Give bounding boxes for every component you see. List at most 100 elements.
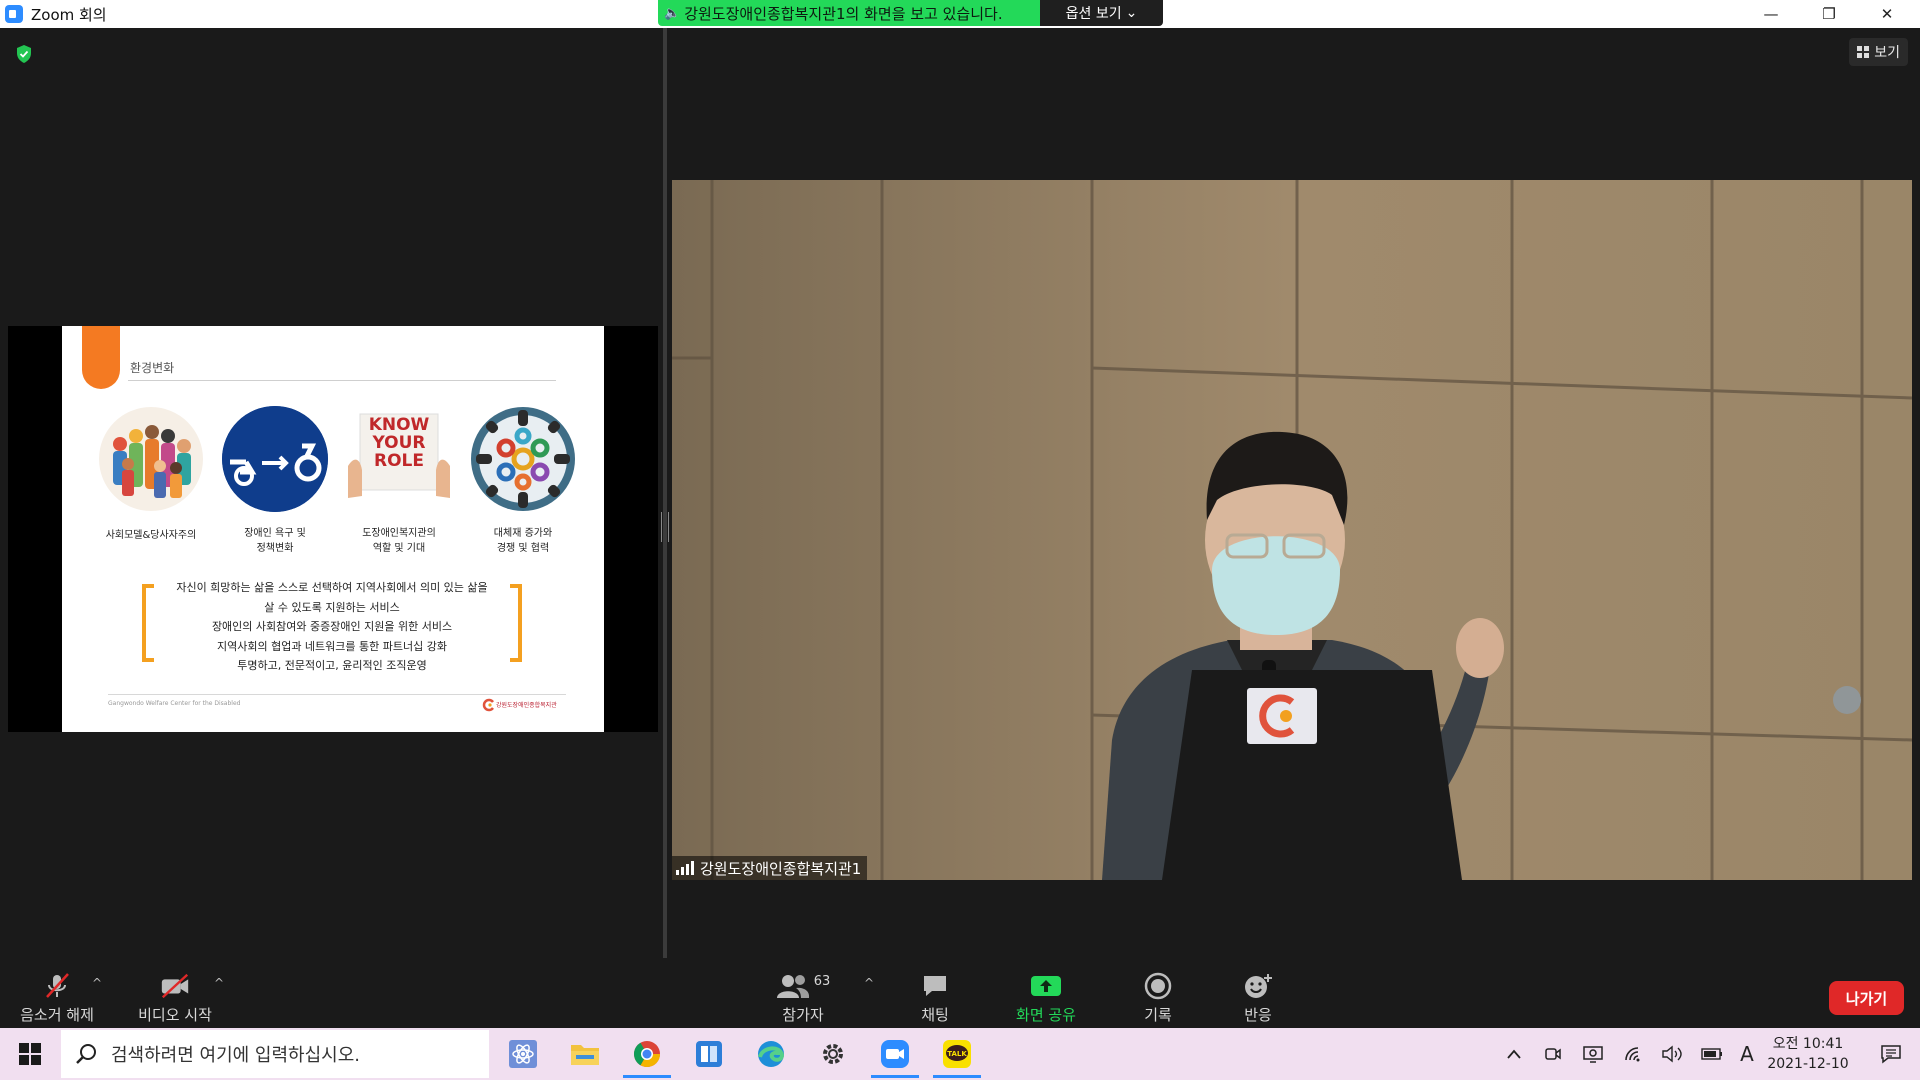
volume-icon[interactable] (1656, 1028, 1688, 1080)
participant-name-label: 강원도장애인종합복지관1 (672, 856, 868, 880)
slide-footer-rule (108, 694, 566, 695)
participant-count: 63 (813, 973, 831, 989)
participants-options-caret-icon[interactable]: ^ (864, 976, 874, 990)
crowd-illustration (98, 406, 204, 512)
slide-divider (128, 380, 556, 381)
slide-footer-text: Gangwondo Welfare Center for the Disable… (108, 700, 241, 707)
know-text: KNOW (368, 415, 430, 435)
leave-button[interactable]: 나가기 (1829, 981, 1904, 1015)
start-video-label: 비디오 시작 (138, 1006, 212, 1024)
split-divider[interactable] (661, 28, 669, 958)
video-options-caret-icon[interactable]: ^ (214, 976, 224, 990)
atom-app-icon (509, 1040, 537, 1068)
clock-date: 2021-12-10 (1767, 1056, 1849, 1072)
drag-handle-icon[interactable] (661, 512, 669, 542)
record-button[interactable]: 기록 (1122, 958, 1194, 1028)
reactions-label: 반응 (1244, 1006, 1272, 1024)
search-placeholder: 검색하려면 여기에 입력하십시오. (111, 1045, 361, 1066)
svg-text:TALK: TALK (947, 1050, 967, 1058)
notification-center-icon[interactable] (1866, 1028, 1916, 1080)
zoom-window: Zoom 회의 — ❐ ✕ 🔈 강원도장애인종합복지관1의 화면을 보고 있습니… (0, 0, 1920, 1080)
share-banner-text: 강원도장애인종합복지관1의 화면을 보고 있습니다. (684, 4, 1003, 23)
role-text: ROLE (374, 451, 424, 471)
paragraph-line: 지역사회의 협업과 네트워크를 통한 파트너십 강화 (216, 639, 447, 653)
paragraph-line: 자신이 희망하는 삶을 스스로 선택하여 지역사회에서 의미 있는 삶을 (176, 581, 488, 594)
muted-mic-icon (41, 972, 73, 1000)
taskbar-app-zoom[interactable] (865, 1030, 925, 1078)
share-screen-icon (1030, 972, 1062, 1000)
taskbar-app-edge[interactable] (741, 1030, 801, 1078)
start-button[interactable] (0, 1028, 60, 1080)
view-options-button[interactable]: 옵션 보기 ⌄ (1040, 0, 1163, 26)
audio-options-caret-icon[interactable]: ^ (92, 976, 102, 990)
taskbar-app-react[interactable] (493, 1030, 553, 1078)
meet-now-icon[interactable] (1538, 1028, 1568, 1080)
taskbar-app-reader[interactable] (679, 1030, 739, 1078)
grid-icon (1857, 46, 1870, 58)
restore-button[interactable]: ❐ (1800, 0, 1858, 28)
gear-icon (823, 1044, 843, 1064)
caption-line: 사회모델&당사자주의 (105, 530, 197, 541)
meeting-area: 보기 환경변화 KNOW YOUR ROLE 사회모델&당사자주의 장애인 욕구… (0, 28, 1920, 958)
speaker-icon: 🔈 (664, 5, 681, 21)
chrome-icon (633, 1041, 661, 1068)
caption-line: 정책변화 (256, 543, 294, 554)
slide-heading: 환경변화 (130, 361, 175, 375)
shared-screen: 환경변화 KNOW YOUR ROLE 사회모델&당사자주의 장애인 욕구 및 … (8, 326, 658, 732)
taskbar-app-kakaotalk[interactable]: TALK (927, 1030, 987, 1078)
speaker-video[interactable]: 강원도장애인종합복지관1 (672, 180, 1912, 880)
paragraph-line: 장애인의 사회참여와 중증장애인 지원을 위한 서비스 (211, 620, 453, 633)
accessibility-illustration (222, 406, 328, 512)
paragraph-line: 투명하고, 전문적이고, 윤리적인 조직운영 (237, 659, 427, 672)
shield-icon[interactable] (15, 44, 33, 64)
device-sync-icon[interactable] (1578, 1028, 1610, 1080)
center-logo-icon (482, 698, 494, 712)
zoom-icon (881, 1040, 909, 1068)
participants-button[interactable]: 63 참가자 (770, 958, 836, 1028)
video-off-icon (159, 972, 191, 1000)
participants-icon: 63 (773, 972, 833, 1000)
share-screen-label: 화면 공유 (1016, 1006, 1076, 1024)
reactions-button[interactable]: 반응 (1222, 958, 1294, 1028)
gears-collaboration-illustration (470, 406, 576, 512)
share-screen-button[interactable]: 화면 공유 (1004, 958, 1088, 1028)
battery-icon[interactable] (1696, 1028, 1728, 1080)
edge-icon (758, 1041, 785, 1067)
minimize-button[interactable]: — (1742, 0, 1800, 28)
windows-logo-icon (19, 1043, 41, 1065)
chat-icon (919, 972, 951, 1000)
taskbar-app-chrome[interactable] (617, 1030, 677, 1078)
center-logo-name: 강원도장애인종합복지관 (496, 702, 557, 709)
wifi-icon[interactable] (1618, 1028, 1650, 1080)
signal-strength-icon (676, 861, 694, 875)
participants-label: 참가자 (782, 1006, 824, 1024)
ime-indicator[interactable]: A (1734, 1028, 1760, 1080)
taskbar-app-file-explorer[interactable] (555, 1030, 615, 1078)
taskbar-search-box[interactable]: 검색하려면 여기에 입력하십시오. (61, 1030, 489, 1078)
record-icon (1142, 972, 1174, 1000)
slide-orange-tab (82, 326, 120, 389)
paragraph-line: 살 수 있도록 지원하는 서비스 (264, 600, 400, 614)
taskbar-app-settings[interactable] (803, 1030, 863, 1078)
caption-social-model: 사회모델&당사자주의 (89, 528, 213, 543)
center-logo: 강원도장애인종합복지관 (482, 697, 568, 713)
taskbar-clock[interactable]: 오전 10:41 2021-12-10 (1760, 1034, 1856, 1074)
close-button[interactable]: ✕ (1858, 0, 1916, 28)
clock-time: 오전 10:41 (1772, 1036, 1844, 1052)
view-layout-button[interactable]: 보기 (1849, 38, 1908, 66)
show-hidden-icons-caret-icon[interactable] (1500, 1028, 1528, 1080)
smile-icon (1242, 972, 1274, 1000)
caption-needs-policy: 장애인 욕구 및 정책변화 (213, 526, 337, 556)
unmute-label: 음소거 해제 (20, 1006, 94, 1024)
unmute-button[interactable]: 음소거 해제 (14, 958, 100, 1028)
right-bracket (510, 584, 522, 662)
chat-button[interactable]: 채팅 (900, 958, 970, 1028)
start-video-button[interactable]: 비디오 시작 (132, 958, 218, 1028)
folder-icon (571, 1045, 599, 1065)
viewing-share-banner: 🔈 강원도장애인종합복지관1의 화면을 보고 있습니다. (658, 0, 1040, 26)
window-title: Zoom 회의 (31, 5, 107, 24)
caption-line: 경쟁 및 협력 (496, 543, 550, 554)
slide-paragraph: 자신이 희망하는 삶을 스스로 선택하여 지역사회에서 의미 있는 삶을 살 수… (158, 578, 506, 676)
caption-line: 대체재 증가와 (493, 528, 553, 539)
reader-app-icon (696, 1041, 722, 1067)
